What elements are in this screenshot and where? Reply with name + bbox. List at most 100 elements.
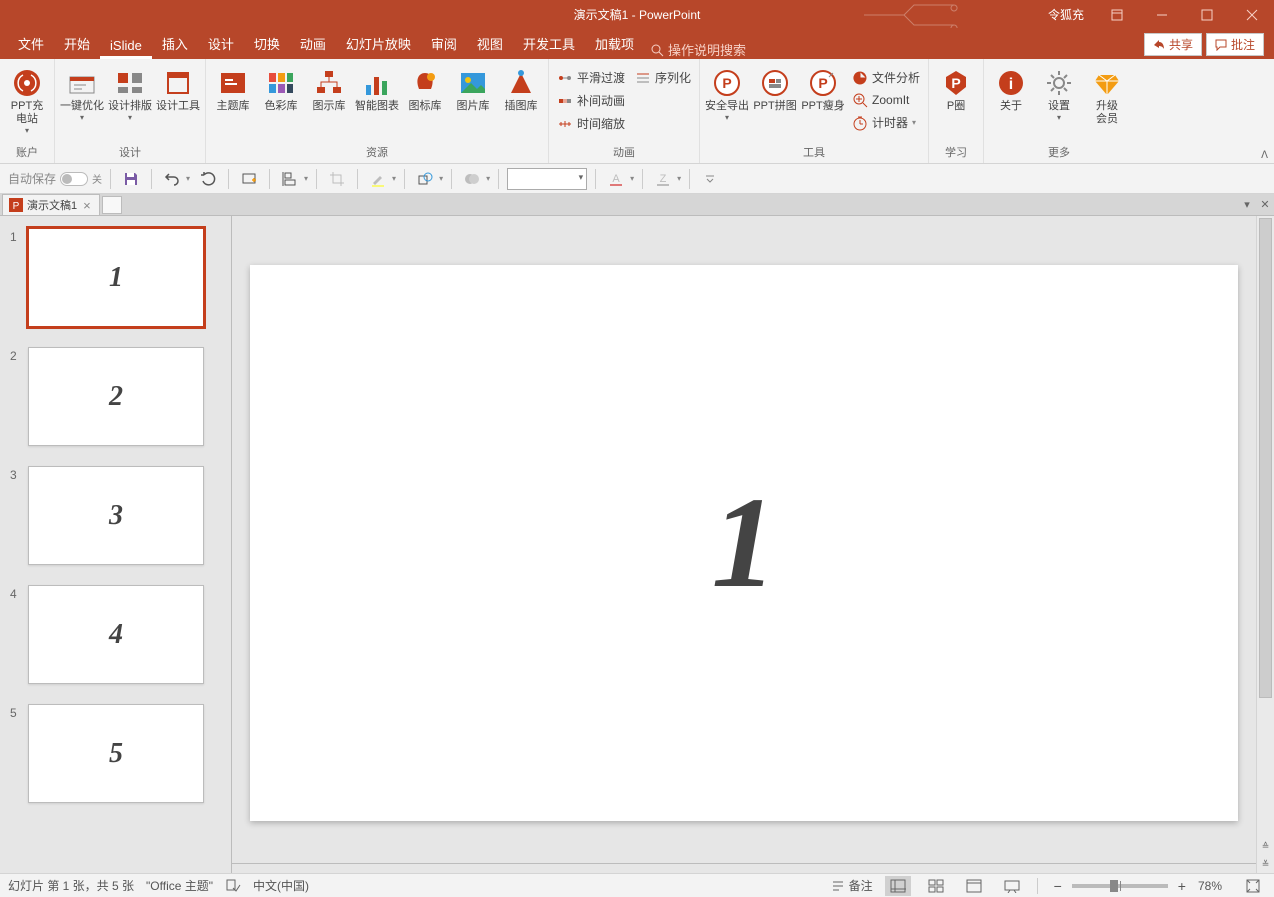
zoom-level[interactable]: 78% (1192, 879, 1228, 893)
spell-check-button[interactable] (225, 878, 241, 894)
ribbon-display-options-button[interactable] (1094, 0, 1139, 29)
tab-review[interactable]: 审阅 (421, 29, 467, 59)
about-button[interactable]: i关于 (988, 65, 1034, 130)
underline-button[interactable]: Z (651, 167, 675, 191)
align-button[interactable] (278, 167, 302, 191)
tab-insert[interactable]: 插入 (152, 29, 198, 59)
normal-view-button[interactable] (885, 876, 911, 896)
font-combo[interactable]: ▾ (507, 168, 587, 190)
crop-button[interactable] (325, 167, 349, 191)
slide-thumbnail-5[interactable]: 5 (28, 704, 204, 803)
close-button[interactable] (1229, 0, 1274, 29)
tab-list-button[interactable]: ▾ (1238, 196, 1256, 214)
timer-button[interactable]: 计时器 ▾ (852, 112, 920, 133)
tab-addins[interactable]: 加载项 (585, 29, 644, 59)
theme-lib-button[interactable]: 主题库 (210, 65, 256, 130)
merge-dropdown[interactable]: ▾ (486, 174, 490, 183)
toggle-switch[interactable] (60, 172, 88, 186)
shape-button[interactable] (413, 167, 437, 191)
language-indicator[interactable]: 中文(中国) (253, 877, 309, 894)
collapse-ribbon-button[interactable]: ᐱ (1261, 150, 1268, 161)
safe-export-button[interactable]: P安全导出▾ (704, 65, 750, 130)
align-dropdown[interactable]: ▾ (304, 174, 308, 183)
close-tab-button[interactable]: × (81, 198, 93, 213)
design-layout-button[interactable]: 设计排版▾ (107, 65, 153, 130)
tab-file[interactable]: 文件 (8, 29, 54, 59)
thumb-row: 44 (0, 585, 231, 684)
document-tab[interactable]: P 演示文稿1 × (2, 194, 100, 215)
tell-me-search[interactable]: 操作说明搜索 (644, 40, 752, 59)
sorter-view-button[interactable] (923, 876, 949, 896)
slide-thumbnail-1[interactable]: 1 (28, 228, 204, 327)
merge-shapes-button[interactable] (460, 167, 484, 191)
tab-animation[interactable]: 动画 (290, 29, 336, 59)
autosave-toggle[interactable]: 自动保存关 (8, 170, 102, 187)
smooth-transition-button[interactable]: 平滑过渡 (557, 67, 625, 88)
settings-button[interactable]: 设置▾ (1036, 65, 1082, 130)
new-tab-button[interactable] (102, 196, 122, 214)
image-lib-button[interactable]: 图片库 (450, 65, 496, 130)
undo-dropdown[interactable]: ▾ (186, 174, 190, 183)
slide-thumbnails-pane[interactable]: 11 22 33 44 55 (0, 216, 232, 873)
slide-position[interactable]: 幻灯片 第 1 张，共 5 张 (8, 877, 134, 894)
zoom-knob[interactable] (1110, 880, 1118, 892)
tab-slideshow[interactable]: 幻灯片放映 (336, 29, 421, 59)
notes-splitter[interactable] (232, 863, 1256, 873)
zoom-in-button[interactable]: + (1174, 878, 1190, 894)
highlight-button[interactable] (366, 167, 390, 191)
zoom-slider[interactable] (1072, 884, 1168, 888)
ppt-station-button[interactable]: PPT充电站▾ (4, 65, 50, 138)
slideshow-view-button[interactable] (999, 876, 1025, 896)
file-analysis-button[interactable]: 文件分析 (852, 67, 920, 88)
tab-transition[interactable]: 切换 (244, 29, 290, 59)
scrollbar-thumb[interactable] (1259, 218, 1272, 698)
ppt-slim-button[interactable]: PPPT瘦身 (800, 65, 846, 130)
notes-button[interactable]: 备注 (831, 877, 873, 894)
tween-animation-button[interactable]: 补间动画 (557, 90, 625, 111)
font-color-button[interactable]: A (604, 167, 628, 191)
tab-islide[interactable]: iSlide (100, 33, 152, 59)
prev-slide-button[interactable]: ≙ (1257, 837, 1274, 855)
vertical-scrollbar[interactable]: ≙ ≚ (1256, 216, 1274, 873)
zoomit-button[interactable]: ZoomIt (852, 90, 920, 110)
highlight-dropdown[interactable]: ▾ (392, 174, 396, 183)
illustration-lib-button[interactable]: 插图库 (498, 65, 544, 130)
undo-button[interactable] (160, 167, 184, 191)
share-button[interactable]: 共享 (1144, 33, 1202, 56)
next-slide-button[interactable]: ≚ (1257, 855, 1274, 873)
qat-customize-button[interactable] (698, 167, 722, 191)
maximize-button[interactable] (1184, 0, 1229, 29)
reading-view-button[interactable] (961, 876, 987, 896)
zoom-out-button[interactable]: − (1050, 878, 1066, 894)
slide-thumbnail-4[interactable]: 4 (28, 585, 204, 684)
redo-button[interactable] (196, 167, 220, 191)
slide-canvas-area[interactable]: 1 (232, 216, 1256, 863)
save-button[interactable] (119, 167, 143, 191)
tab-design[interactable]: 设计 (198, 29, 244, 59)
time-scale-button[interactable]: 时间缩放 (557, 113, 625, 134)
minimize-button[interactable] (1139, 0, 1184, 29)
sequence-button[interactable]: 序列化 (635, 67, 691, 88)
theme-name[interactable]: "Office 主题" (146, 877, 213, 894)
tab-view[interactable]: 视图 (467, 29, 513, 59)
slide-thumbnail-2[interactable]: 2 (28, 347, 204, 446)
design-tools-button[interactable]: 设计工具 (155, 65, 201, 130)
icon-lib-button[interactable]: 图标库 (402, 65, 448, 130)
upgrade-button[interactable]: 升级会员 (1084, 65, 1130, 130)
tab-home[interactable]: 开始 (54, 29, 100, 59)
slide-thumbnail-3[interactable]: 3 (28, 466, 204, 565)
one-click-optimize-button[interactable]: 一键优化▾ (59, 65, 105, 130)
diagram-lib-button[interactable]: 图示库 (306, 65, 352, 130)
smart-chart-button[interactable]: 智能图表 (354, 65, 400, 130)
comment-button[interactable]: 批注 (1206, 33, 1264, 56)
ppt-collage-button[interactable]: PPT拼图 (752, 65, 798, 130)
tab-developer[interactable]: 开发工具 (513, 29, 585, 59)
color-lib-button[interactable]: 色彩库 (258, 65, 304, 130)
shape-dropdown[interactable]: ▾ (439, 174, 443, 183)
user-name[interactable]: 令狐充 (1038, 6, 1094, 23)
p-circle-button[interactable]: PP圈 (933, 65, 979, 130)
fit-window-button[interactable] (1240, 876, 1266, 896)
slide-canvas[interactable]: 1 (250, 265, 1238, 821)
close-all-button[interactable]: ✕ (1256, 196, 1274, 214)
new-slide-button[interactable] (237, 167, 261, 191)
